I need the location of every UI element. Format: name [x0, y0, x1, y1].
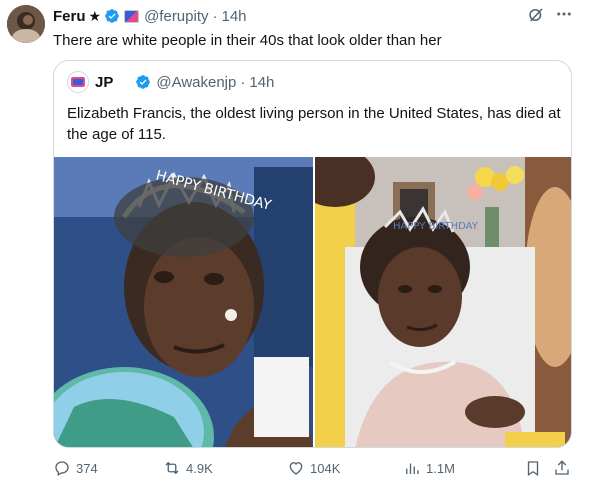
- more-icon[interactable]: [555, 5, 573, 28]
- repost-button[interactable]: 4.9K: [163, 455, 213, 481]
- like-button[interactable]: 104K: [287, 455, 340, 481]
- crown-text-right: HAPPY BIRTHDAY: [393, 221, 479, 232]
- photo-elderly-woman-airplane[interactable]: HAPPY BIRTHDAY: [54, 157, 313, 447]
- bookmark-button[interactable]: [524, 455, 547, 481]
- share-button[interactable]: [553, 455, 576, 481]
- quoted-author-name[interactable]: JP: [95, 74, 113, 91]
- photo-elderly-woman-bed[interactable]: HAPPY BIRTHDAY: [315, 157, 571, 447]
- separator-dot: ·: [240, 73, 246, 91]
- reply-count: 374: [76, 460, 98, 476]
- tweet-time[interactable]: 14h: [222, 8, 247, 25]
- heart-icon: [289, 462, 303, 475]
- action-bar: 374 4.9K 104K 1.1M: [53, 455, 575, 481]
- grok-icon[interactable]: [527, 6, 545, 24]
- verified-badge-icon: [136, 75, 151, 89]
- reply-button[interactable]: 374: [53, 455, 98, 481]
- quoted-avatar[interactable]: [67, 71, 89, 93]
- repost-count: 4.9K: [186, 460, 213, 476]
- verified-badge-icon: [105, 9, 119, 23]
- avatar[interactable]: [7, 5, 45, 43]
- separator-dot: ·: [212, 7, 218, 25]
- tweet-text: There are white people in their 40s that…: [53, 32, 442, 49]
- bookmark-icon: [527, 461, 539, 477]
- quoted-text: Elizabeth Francis, the oldest living per…: [67, 105, 561, 143]
- like-count: 104K: [310, 460, 341, 476]
- star-badge: ★: [88, 7, 102, 24]
- tweet-header: Feru ★ @ferupity · 14h: [53, 6, 247, 26]
- quoted-tweet[interactable]: JP @Awakenjp · 14h Elizabeth Francis, th…: [53, 60, 572, 448]
- quoted-header: JP @Awakenjp · 14h: [67, 71, 274, 93]
- quoted-time[interactable]: 14h: [249, 74, 274, 91]
- quoted-author-handle[interactable]: @Awakenjp: [156, 74, 236, 91]
- views-icon: [406, 463, 419, 474]
- views-count: 1.1M: [426, 460, 455, 476]
- reply-icon: [55, 461, 69, 476]
- repost-icon: [165, 461, 179, 475]
- tweet[interactable]: Feru ★ @ferupity · 14h There are white p…: [0, 0, 590, 495]
- share-icon: [555, 460, 569, 475]
- flag-icon: [124, 9, 140, 23]
- author-name[interactable]: Feru: [53, 8, 86, 25]
- media-grid: HAPPY BIRTHDAY HAPPY BIRTHDAY: [54, 157, 571, 447]
- views-button[interactable]: 1.1M: [403, 455, 455, 481]
- author-handle[interactable]: @ferupity: [144, 8, 208, 25]
